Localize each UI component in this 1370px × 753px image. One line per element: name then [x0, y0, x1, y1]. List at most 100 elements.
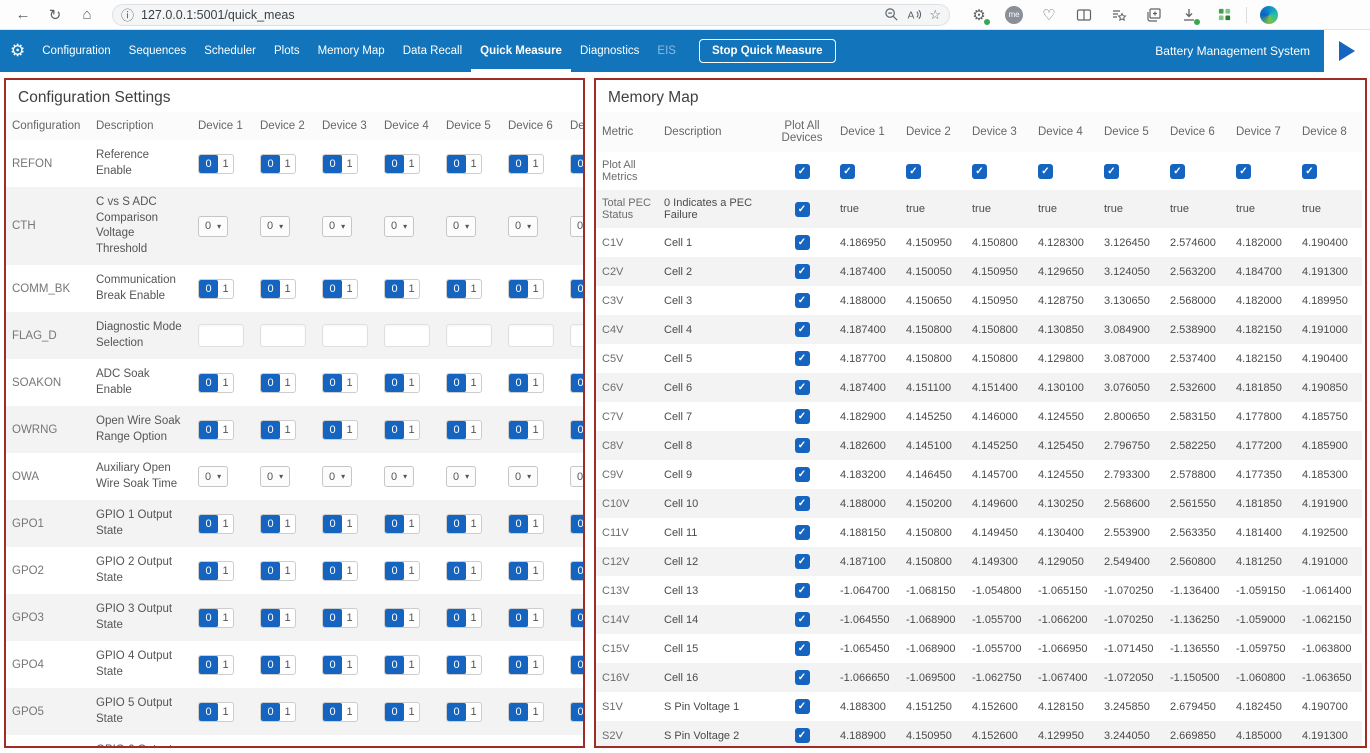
toggle-option-selected[interactable]: 0: [447, 421, 466, 439]
toggle-option-selected[interactable]: 0: [571, 656, 585, 674]
toggle-0-1[interactable]: 01: [446, 702, 482, 722]
toggle-option-selected[interactable]: 0: [385, 703, 404, 721]
toggle-0-1[interactable]: 01: [508, 608, 544, 628]
toggle-option-unselected[interactable]: 1: [218, 703, 233, 721]
value-dropdown[interactable]: 0▾: [198, 466, 228, 487]
plot-metric-checkbox[interactable]: [795, 641, 810, 656]
value-input[interactable]: [446, 324, 492, 347]
downloads-icon[interactable]: [1176, 3, 1202, 27]
profile-avatar[interactable]: me: [1001, 3, 1027, 27]
toggle-option-unselected[interactable]: 1: [280, 609, 295, 627]
toggle-option-unselected[interactable]: 1: [528, 609, 543, 627]
value-dropdown[interactable]: 0▾: [446, 216, 476, 237]
value-dropdown[interactable]: 0▾: [198, 216, 228, 237]
toggle-0-1[interactable]: 01: [384, 420, 420, 440]
toggle-0-1[interactable]: 01: [384, 373, 420, 393]
toggle-option-selected[interactable]: 0: [261, 609, 280, 627]
toggle-option-selected[interactable]: 0: [323, 155, 342, 173]
toggle-0-1[interactable]: 01: [322, 655, 358, 675]
toggle-0-1[interactable]: 01: [508, 561, 544, 581]
toggle-option-selected[interactable]: 0: [447, 280, 466, 298]
toggle-0-1[interactable]: 01: [570, 561, 585, 581]
value-dropdown[interactable]: 0▾: [384, 216, 414, 237]
toggle-option-unselected[interactable]: 1: [280, 280, 295, 298]
toggle-option-selected[interactable]: 0: [571, 421, 585, 439]
plot-device-checkbox[interactable]: [1302, 164, 1317, 179]
toggle-0-1[interactable]: 01: [322, 154, 358, 174]
toggle-option-selected[interactable]: 0: [261, 656, 280, 674]
toggle-0-1[interactable]: 01: [260, 373, 296, 393]
toggle-0-1[interactable]: 01: [446, 608, 482, 628]
toggle-0-1[interactable]: 01: [570, 279, 585, 299]
toggle-0-1[interactable]: 01: [260, 702, 296, 722]
plot-metric-checkbox[interactable]: [795, 670, 810, 685]
toggle-option-selected[interactable]: 0: [385, 656, 404, 674]
settings-gear-icon[interactable]: ⚙: [0, 30, 33, 72]
toggle-0-1[interactable]: 01: [322, 561, 358, 581]
toggle-0-1[interactable]: 01: [446, 154, 482, 174]
toggle-option-unselected[interactable]: 1: [404, 421, 419, 439]
toggle-0-1[interactable]: 01: [198, 608, 234, 628]
toggle-0-1[interactable]: 01: [198, 655, 234, 675]
toggle-option-selected[interactable]: 0: [385, 280, 404, 298]
toggle-option-unselected[interactable]: 1: [466, 609, 481, 627]
toggle-0-1[interactable]: 01: [570, 702, 585, 722]
toggle-option-selected[interactable]: 0: [261, 374, 280, 392]
toggle-option-selected[interactable]: 0: [509, 515, 528, 533]
toggle-option-selected[interactable]: 0: [323, 562, 342, 580]
value-input[interactable]: [322, 324, 368, 347]
toggle-option-unselected[interactable]: 1: [404, 609, 419, 627]
toggle-option-selected[interactable]: 0: [509, 155, 528, 173]
plot-metric-checkbox[interactable]: [795, 496, 810, 511]
toggle-0-1[interactable]: 01: [446, 373, 482, 393]
toggle-option-unselected[interactable]: 1: [466, 515, 481, 533]
toggle-option-selected[interactable]: 0: [199, 609, 218, 627]
plot-device-checkbox[interactable]: [840, 164, 855, 179]
plot-device-checkbox[interactable]: [1038, 164, 1053, 179]
toggle-option-unselected[interactable]: 1: [528, 374, 543, 392]
plot-metric-checkbox[interactable]: [795, 583, 810, 598]
toggle-option-selected[interactable]: 0: [509, 280, 528, 298]
toggle-0-1[interactable]: 01: [260, 154, 296, 174]
toggle-option-selected[interactable]: 0: [199, 515, 218, 533]
nav-item-memory-map[interactable]: Memory Map: [309, 30, 394, 72]
toggle-0-1[interactable]: 01: [384, 608, 420, 628]
value-input[interactable]: [384, 324, 430, 347]
toggle-0-1[interactable]: 01: [260, 561, 296, 581]
value-dropdown[interactable]: 0▾: [570, 466, 585, 487]
toggle-option-selected[interactable]: 0: [261, 703, 280, 721]
plot-metric-checkbox[interactable]: [795, 554, 810, 569]
value-input[interactable]: [570, 324, 585, 347]
toggle-option-unselected[interactable]: 1: [218, 374, 233, 392]
toggle-0-1[interactable]: 01: [384, 514, 420, 534]
toggle-0-1[interactable]: 01: [198, 420, 234, 440]
toggle-option-selected[interactable]: 0: [509, 656, 528, 674]
toggle-option-selected[interactable]: 0: [385, 562, 404, 580]
toggle-option-selected[interactable]: 0: [509, 609, 528, 627]
value-dropdown[interactable]: 0▾: [508, 216, 538, 237]
toggle-option-selected[interactable]: 0: [385, 515, 404, 533]
toggle-0-1[interactable]: 01: [508, 514, 544, 534]
plot-device-checkbox[interactable]: [972, 164, 987, 179]
toggle-option-unselected[interactable]: 1: [218, 421, 233, 439]
plot-metric-checkbox[interactable]: [795, 202, 810, 217]
toggle-option-selected[interactable]: 0: [199, 562, 218, 580]
toggle-option-selected[interactable]: 0: [323, 515, 342, 533]
toggle-option-selected[interactable]: 0: [199, 421, 218, 439]
toggle-0-1[interactable]: 01: [508, 279, 544, 299]
toggle-option-selected[interactable]: 0: [571, 155, 585, 173]
toggle-option-unselected[interactable]: 1: [404, 562, 419, 580]
toggle-option-unselected[interactable]: 1: [342, 280, 357, 298]
toggle-option-selected[interactable]: 0: [571, 703, 585, 721]
toggle-option-selected[interactable]: 0: [199, 280, 218, 298]
toggle-0-1[interactable]: 01: [570, 420, 585, 440]
toggle-option-selected[interactable]: 0: [385, 421, 404, 439]
nav-item-plots[interactable]: Plots: [265, 30, 309, 72]
toggle-0-1[interactable]: 01: [322, 279, 358, 299]
toggle-0-1[interactable]: 01: [508, 154, 544, 174]
toggle-option-unselected[interactable]: 1: [404, 656, 419, 674]
toggle-option-selected[interactable]: 0: [385, 374, 404, 392]
toggle-0-1[interactable]: 01: [446, 279, 482, 299]
toggle-option-selected[interactable]: 0: [323, 421, 342, 439]
toggle-option-selected[interactable]: 0: [323, 656, 342, 674]
